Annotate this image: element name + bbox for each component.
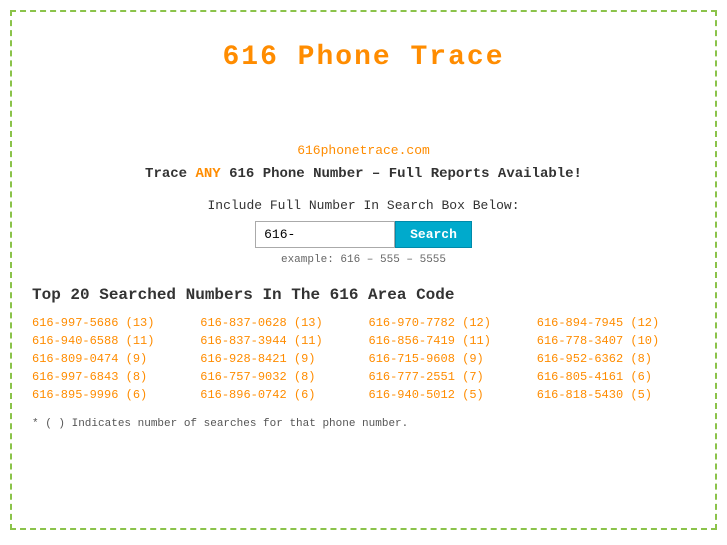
phone-link[interactable]: 616-837-3944 (11) [200, 334, 358, 348]
search-input[interactable] [255, 221, 395, 248]
tagline-suffix: 616 Phone Number – Full Reports Availabl… [221, 166, 582, 182]
phone-link[interactable]: 616-940-6588 (11) [32, 334, 190, 348]
phone-link[interactable]: 616-715-9608 (9) [369, 352, 527, 366]
tagline-any: ANY [195, 166, 220, 182]
page-container: 616 Phone Trace 616phonetrace.com Trace … [10, 10, 717, 530]
phone-link[interactable]: 616-894-7945 (12) [537, 316, 695, 330]
phone-link[interactable]: 616-896-0742 (6) [200, 388, 358, 402]
numbers-grid: 616-997-5686 (13) 616-837-0628 (13) 616-97… [32, 316, 695, 402]
phone-link[interactable]: 616-777-2551 (7) [369, 370, 527, 384]
phone-link[interactable]: 616-856-7419 (11) [369, 334, 527, 348]
top-numbers-heading: Top 20 Searched Numbers In The 616 Area … [32, 286, 695, 304]
search-row: Search [32, 221, 695, 248]
phone-link[interactable]: 616-818-5430 (5) [537, 388, 695, 402]
example-text: example: 616 – 555 – 5555 [32, 254, 695, 266]
phone-link[interactable]: 616-997-6843 (8) [32, 370, 190, 384]
phone-link[interactable]: 616-757-9032 (8) [200, 370, 358, 384]
search-label: Include Full Number In Search Box Below: [32, 198, 695, 213]
phone-link[interactable]: 616-809-0474 (9) [32, 352, 190, 366]
phone-link[interactable]: 616-837-0628 (13) [200, 316, 358, 330]
page-title: 616 Phone Trace [32, 22, 695, 83]
tagline: Trace ANY 616 Phone Number – Full Report… [32, 166, 695, 182]
phone-link[interactable]: 616-928-8421 (9) [200, 352, 358, 366]
phone-link[interactable]: 616-970-7782 (12) [369, 316, 527, 330]
search-button[interactable]: Search [395, 221, 472, 248]
phone-link[interactable]: 616-778-3407 (10) [537, 334, 695, 348]
phone-link[interactable]: 616-997-5686 (13) [32, 316, 190, 330]
footnote: * ( ) Indicates number of searches for t… [32, 418, 695, 430]
phone-link[interactable]: 616-805-4161 (6) [537, 370, 695, 384]
phone-link[interactable]: 616-952-6362 (8) [537, 352, 695, 366]
phone-link[interactable]: 616-895-9996 (6) [32, 388, 190, 402]
site-url: 616phonetrace.com [32, 143, 695, 158]
phone-link[interactable]: 616-940-5012 (5) [369, 388, 527, 402]
tagline-prefix: Trace [145, 166, 195, 182]
